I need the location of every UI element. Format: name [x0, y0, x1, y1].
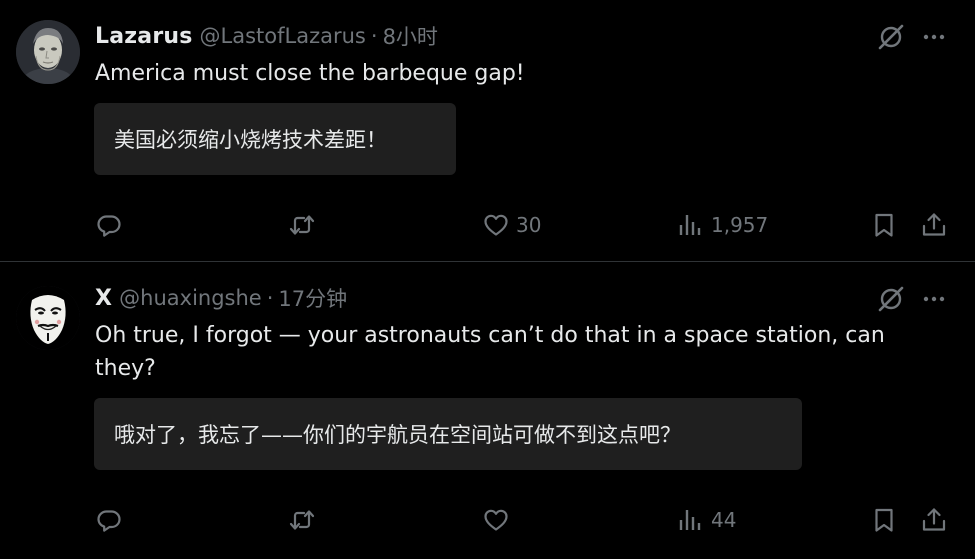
- grok-icon[interactable]: [877, 23, 905, 51]
- retweet-icon: [289, 510, 315, 530]
- heart-icon: [484, 509, 508, 531]
- guy-fawkes-mask-avatar-icon: [16, 286, 80, 350]
- translation-box: 哦对了，我忘了——你们的宇航员在空间站可做不到这点吧？: [94, 398, 802, 470]
- view-count: 44: [711, 508, 737, 532]
- tweet-header: Lazarus @LastofLazarus · 8小时: [95, 21, 438, 51]
- tweet-text: Oh true, I forgot — your astronauts can’…: [95, 323, 885, 381]
- heart-icon: [484, 214, 508, 236]
- display-name[interactable]: X: [95, 286, 112, 311]
- translation-box: 美国必须缩小烧烤技术差距！: [94, 103, 456, 175]
- retweet-icon: [289, 215, 315, 235]
- like-button[interactable]: [482, 500, 510, 540]
- share-button[interactable]: [920, 205, 948, 245]
- reply-button[interactable]: [95, 205, 123, 245]
- translation-text: 哦对了，我忘了——你们的宇航员在空间站可做不到这点吧？: [114, 423, 681, 447]
- more-icon[interactable]: [921, 286, 947, 312]
- like-count: 30: [516, 213, 542, 237]
- bookmark-icon: [875, 213, 893, 237]
- user-avatar[interactable]: [16, 20, 80, 84]
- separator-dot: ·: [266, 286, 274, 310]
- action-bar: 30 1,957: [0, 205, 975, 245]
- user-handle[interactable]: @LastofLazarus: [200, 24, 366, 48]
- share-icon: [922, 213, 946, 236]
- user-handle[interactable]: @huaxingshe: [119, 286, 262, 310]
- reply-button[interactable]: [95, 500, 123, 540]
- bookmark-icon: [875, 508, 893, 532]
- user-avatar[interactable]: [16, 286, 80, 350]
- retweet-button[interactable]: [288, 205, 316, 245]
- more-icon[interactable]: [921, 24, 947, 50]
- action-bar: 44: [0, 500, 975, 540]
- views-icon: [679, 215, 701, 235]
- view-count: 1,957: [711, 213, 769, 237]
- bookmark-button[interactable]: [870, 205, 898, 245]
- views-icon: [679, 510, 701, 530]
- grok-icon[interactable]: [877, 285, 905, 313]
- timeline-feed: Lazarus @LastofLazarus · 8小时 America mus…: [0, 0, 975, 559]
- timestamp[interactable]: 17分钟: [278, 283, 347, 313]
- portrait-avatar-icon: [16, 20, 80, 84]
- tweet[interactable]: Lazarus @LastofLazarus · 8小时 America mus…: [0, 0, 975, 261]
- display-name[interactable]: Lazarus: [95, 24, 193, 49]
- share-button[interactable]: [920, 500, 948, 540]
- tweet-text: America must close the barbeque gap!: [95, 61, 525, 86]
- tweet[interactable]: X @huaxingshe · 17分钟 Oh true, I forgot —…: [0, 262, 975, 559]
- translation-text: 美国必须缩小烧烤技术差距！: [114, 128, 387, 152]
- retweet-button[interactable]: [288, 500, 316, 540]
- tweet-header: X @huaxingshe · 17分钟: [95, 283, 347, 313]
- separator-dot: ·: [370, 24, 378, 48]
- like-button[interactable]: 30: [482, 205, 541, 245]
- reply-icon: [97, 510, 121, 532]
- share-icon: [922, 508, 946, 531]
- views-button[interactable]: 1,957: [677, 205, 768, 245]
- bookmark-button[interactable]: [870, 500, 898, 540]
- reply-icon: [97, 215, 121, 237]
- views-button[interactable]: 44: [677, 500, 736, 540]
- timestamp[interactable]: 8小时: [383, 21, 438, 51]
